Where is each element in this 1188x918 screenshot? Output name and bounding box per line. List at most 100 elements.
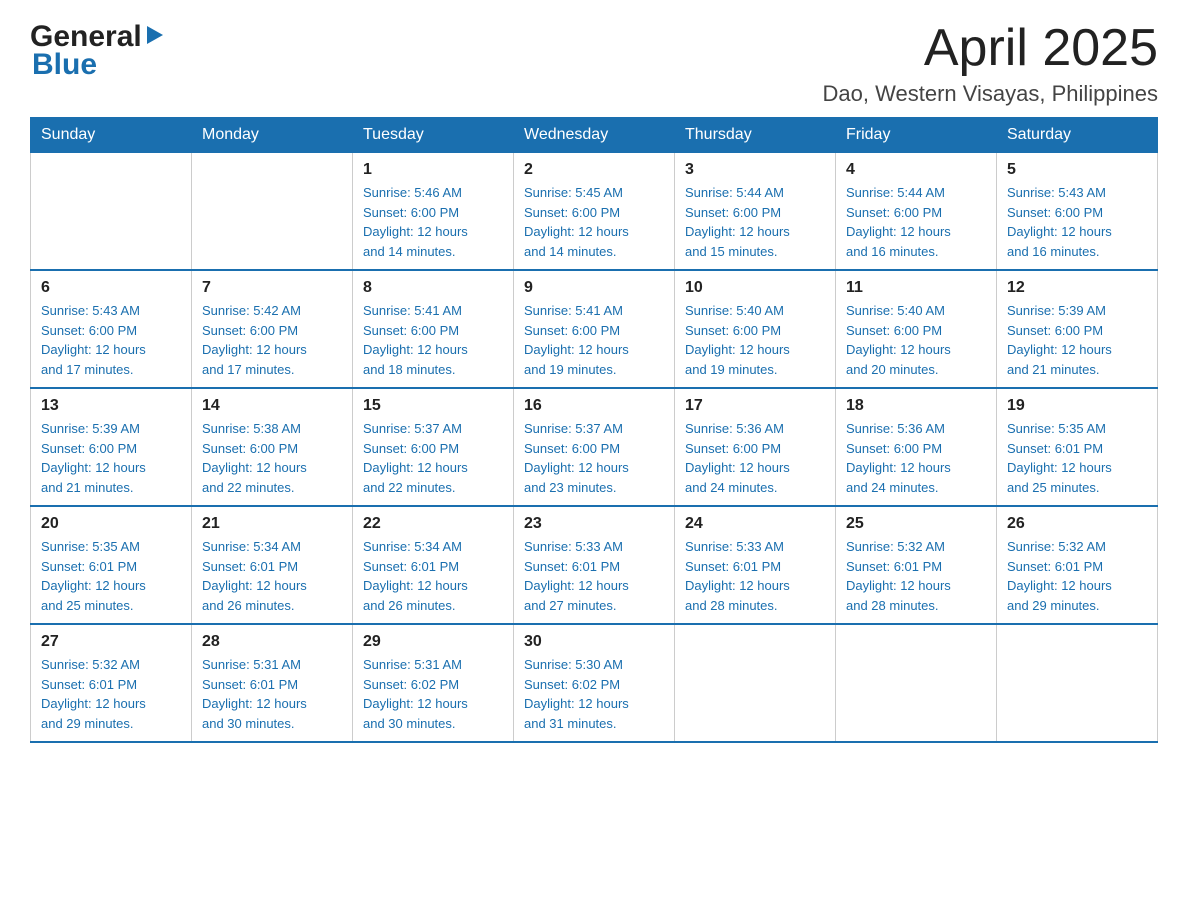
day-number: 12 xyxy=(1007,279,1147,297)
calendar-cell: 26Sunrise: 5:32 AM Sunset: 6:01 PM Dayli… xyxy=(997,506,1158,624)
calendar-week-5: 27 Sunrise: 5:32 AM Sunset: 6:01 PM Dayli… xyxy=(31,624,1158,742)
day-number: 20 xyxy=(41,515,181,533)
calendar-table: SundayMondayTuesdayWednesdayThursdayFrid… xyxy=(30,117,1158,743)
calendar-cell: 13Sunrise: 5:39 AM Sunset: 6:00 PM Dayli… xyxy=(31,388,192,506)
day-number: 26 xyxy=(1007,515,1147,533)
calendar-cell: 23Sunrise: 5:33 AM Sunset: 6:01 PM Dayli… xyxy=(514,506,675,624)
day-info: Sunrise: 5:34 AM Sunset: 6:01 PM Dayligh… xyxy=(202,537,342,615)
day-number: 3 xyxy=(685,161,825,179)
day-number: 11 xyxy=(846,279,986,297)
weekday-header-row: SundayMondayTuesdayWednesdayThursdayFrid… xyxy=(31,118,1158,153)
day-number: 1 xyxy=(363,161,503,179)
day-number: 30 xyxy=(524,633,664,651)
day-info: Sunrise: 5:39 AM Sunset: 6:00 PM Dayligh… xyxy=(1007,301,1147,379)
calendar-cell: 21 Sunrise: 5:34 AM Sunset: 6:01 PM Dayli… xyxy=(192,506,353,624)
calendar-cell: 2Sunrise: 5:45 AM Sunset: 6:00 PM Daylig… xyxy=(514,153,675,271)
day-info: Sunrise: 5:33 AM Sunset: 6:01 PM Dayligh… xyxy=(524,537,664,615)
calendar-cell: 8 Sunrise: 5:41 AM Sunset: 6:00 PM Daylig… xyxy=(353,270,514,388)
day-number: 5 xyxy=(1007,161,1147,179)
calendar-cell: 22Sunrise: 5:34 AM Sunset: 6:01 PM Dayli… xyxy=(353,506,514,624)
calendar-cell: 25 Sunrise: 5:32 AM Sunset: 6:01 PM Dayli… xyxy=(836,506,997,624)
day-number: 18 xyxy=(846,397,986,415)
day-number: 8 xyxy=(363,279,503,297)
logo-blue-text: Blue xyxy=(32,48,97,82)
calendar-cell xyxy=(192,153,353,271)
day-info: Sunrise: 5:36 AM Sunset: 6:00 PM Dayligh… xyxy=(685,419,825,497)
calendar-week-4: 20 Sunrise: 5:35 AM Sunset: 6:01 PM Dayli… xyxy=(31,506,1158,624)
weekday-header-monday: Monday xyxy=(192,118,353,153)
day-info: Sunrise: 5:38 AM Sunset: 6:00 PM Dayligh… xyxy=(202,419,342,497)
day-info: Sunrise: 5:43 AM Sunset: 6:00 PM Dayligh… xyxy=(1007,183,1147,261)
day-number: 21 xyxy=(202,515,342,533)
day-number: 10 xyxy=(685,279,825,297)
day-number: 6 xyxy=(41,279,181,297)
day-info: Sunrise: 5:46 AM Sunset: 6:00 PM Dayligh… xyxy=(363,183,503,261)
logo: General Blue xyxy=(30,20,166,82)
calendar-cell xyxy=(31,153,192,271)
day-info: Sunrise: 5:33 AM Sunset: 6:01 PM Dayligh… xyxy=(685,537,825,615)
calendar-cell xyxy=(836,624,997,742)
weekday-header-saturday: Saturday xyxy=(997,118,1158,153)
day-number: 25 xyxy=(846,515,986,533)
day-number: 9 xyxy=(524,279,664,297)
day-info: Sunrise: 5:35 AM Sunset: 6:01 PM Dayligh… xyxy=(41,537,181,615)
weekday-header-wednesday: Wednesday xyxy=(514,118,675,153)
page-subtitle: Dao, Western Visayas, Philippines xyxy=(823,81,1158,107)
weekday-header-friday: Friday xyxy=(836,118,997,153)
day-info: Sunrise: 5:39 AM Sunset: 6:00 PM Dayligh… xyxy=(41,419,181,497)
calendar-cell xyxy=(997,624,1158,742)
calendar-cell: 4 Sunrise: 5:44 AM Sunset: 6:00 PM Daylig… xyxy=(836,153,997,271)
weekday-header-sunday: Sunday xyxy=(31,118,192,153)
day-info: Sunrise: 5:31 AM Sunset: 6:02 PM Dayligh… xyxy=(363,655,503,733)
calendar-cell: 7Sunrise: 5:42 AM Sunset: 6:00 PM Daylig… xyxy=(192,270,353,388)
calendar-cell: 30 Sunrise: 5:30 AM Sunset: 6:02 PM Dayli… xyxy=(514,624,675,742)
day-info: Sunrise: 5:40 AM Sunset: 6:00 PM Dayligh… xyxy=(846,301,986,379)
day-number: 28 xyxy=(202,633,342,651)
title-block: April 2025 Dao, Western Visayas, Philipp… xyxy=(823,20,1158,107)
page-title: April 2025 xyxy=(823,20,1158,77)
calendar-cell: 11 Sunrise: 5:40 AM Sunset: 6:00 PM Dayli… xyxy=(836,270,997,388)
day-number: 14 xyxy=(202,397,342,415)
logo-flag-icon xyxy=(143,24,165,46)
day-info: Sunrise: 5:32 AM Sunset: 6:01 PM Dayligh… xyxy=(41,655,181,733)
day-info: Sunrise: 5:34 AM Sunset: 6:01 PM Dayligh… xyxy=(363,537,503,615)
day-info: Sunrise: 5:44 AM Sunset: 6:00 PM Dayligh… xyxy=(846,183,986,261)
day-number: 24 xyxy=(685,515,825,533)
day-number: 17 xyxy=(685,397,825,415)
weekday-header-thursday: Thursday xyxy=(675,118,836,153)
calendar-cell: 24 Sunrise: 5:33 AM Sunset: 6:01 PM Dayli… xyxy=(675,506,836,624)
calendar-week-2: 6Sunrise: 5:43 AM Sunset: 6:00 PM Daylig… xyxy=(31,270,1158,388)
day-info: Sunrise: 5:37 AM Sunset: 6:00 PM Dayligh… xyxy=(524,419,664,497)
calendar-cell: 18 Sunrise: 5:36 AM Sunset: 6:00 PM Dayli… xyxy=(836,388,997,506)
day-number: 29 xyxy=(363,633,503,651)
day-info: Sunrise: 5:36 AM Sunset: 6:00 PM Dayligh… xyxy=(846,419,986,497)
calendar-cell: 10Sunrise: 5:40 AM Sunset: 6:00 PM Dayli… xyxy=(675,270,836,388)
calendar-cell: 14 Sunrise: 5:38 AM Sunset: 6:00 PM Dayli… xyxy=(192,388,353,506)
page-header: General Blue April 2025 Dao, Western Vis… xyxy=(30,20,1158,107)
calendar-cell: 6Sunrise: 5:43 AM Sunset: 6:00 PM Daylig… xyxy=(31,270,192,388)
day-info: Sunrise: 5:41 AM Sunset: 6:00 PM Dayligh… xyxy=(524,301,664,379)
calendar-week-3: 13Sunrise: 5:39 AM Sunset: 6:00 PM Dayli… xyxy=(31,388,1158,506)
day-number: 27 xyxy=(41,633,181,651)
day-number: 7 xyxy=(202,279,342,297)
day-info: Sunrise: 5:32 AM Sunset: 6:01 PM Dayligh… xyxy=(846,537,986,615)
calendar-cell xyxy=(675,624,836,742)
day-number: 15 xyxy=(363,397,503,415)
calendar-cell: 28Sunrise: 5:31 AM Sunset: 6:01 PM Dayli… xyxy=(192,624,353,742)
day-number: 16 xyxy=(524,397,664,415)
day-info: Sunrise: 5:41 AM Sunset: 6:00 PM Dayligh… xyxy=(363,301,503,379)
calendar-cell: 15Sunrise: 5:37 AM Sunset: 6:00 PM Dayli… xyxy=(353,388,514,506)
calendar-cell: 9 Sunrise: 5:41 AM Sunset: 6:00 PM Daylig… xyxy=(514,270,675,388)
calendar-cell: 3Sunrise: 5:44 AM Sunset: 6:00 PM Daylig… xyxy=(675,153,836,271)
day-number: 2 xyxy=(524,161,664,179)
calendar-cell: 29 Sunrise: 5:31 AM Sunset: 6:02 PM Dayli… xyxy=(353,624,514,742)
calendar-cell: 12 Sunrise: 5:39 AM Sunset: 6:00 PM Dayli… xyxy=(997,270,1158,388)
calendar-cell: 1 Sunrise: 5:46 AM Sunset: 6:00 PM Daylig… xyxy=(353,153,514,271)
day-info: Sunrise: 5:30 AM Sunset: 6:02 PM Dayligh… xyxy=(524,655,664,733)
calendar-cell: 27 Sunrise: 5:32 AM Sunset: 6:01 PM Dayli… xyxy=(31,624,192,742)
calendar-header: SundayMondayTuesdayWednesdayThursdayFrid… xyxy=(31,118,1158,153)
day-number: 4 xyxy=(846,161,986,179)
calendar-cell: 19Sunrise: 5:35 AM Sunset: 6:01 PM Dayli… xyxy=(997,388,1158,506)
day-info: Sunrise: 5:35 AM Sunset: 6:01 PM Dayligh… xyxy=(1007,419,1147,497)
calendar-body: 1 Sunrise: 5:46 AM Sunset: 6:00 PM Daylig… xyxy=(31,153,1158,743)
